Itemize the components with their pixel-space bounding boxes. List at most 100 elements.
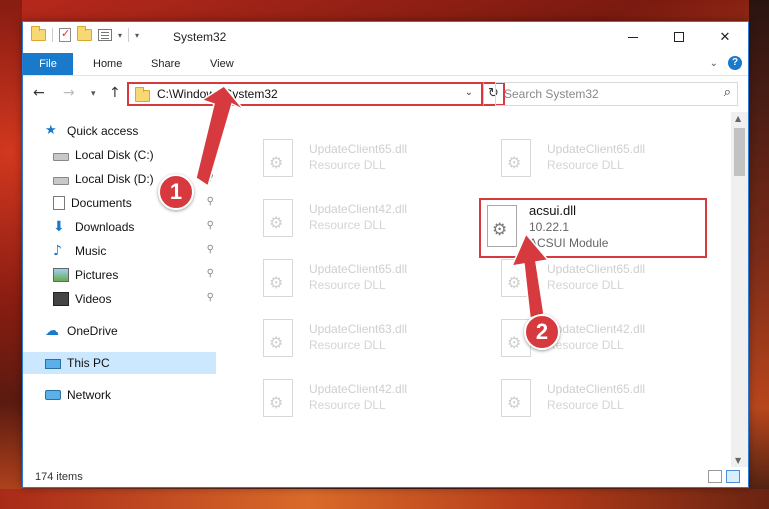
file-description: Resource DLL bbox=[309, 398, 386, 412]
file-name: UpdateClient42.dll bbox=[309, 202, 408, 216]
sidebar-item-local-disk-c[interactable]: Local Disk (C:) ⚲ bbox=[23, 144, 216, 166]
sidebar-item-quick-access[interactable]: ★ Quick access bbox=[23, 120, 216, 142]
file-description: Resource DLL bbox=[309, 158, 386, 172]
new-folder-icon[interactable] bbox=[77, 26, 92, 41]
tab-home[interactable]: Home bbox=[81, 53, 134, 75]
chevron-down-icon[interactable]: ⌄ bbox=[465, 87, 473, 98]
title-bar: ▾ ▾ System32 ✕ bbox=[23, 22, 748, 52]
file-name: UpdateClient63.dll bbox=[309, 322, 408, 336]
sidebar-item-videos[interactable]: Videos ⚲ bbox=[23, 288, 216, 310]
scroll-down-icon[interactable]: ▼ bbox=[735, 456, 741, 465]
gear-icon: ⚙ bbox=[269, 333, 284, 352]
tiles-view-icon[interactable] bbox=[726, 470, 740, 483]
gear-icon: ⚙ bbox=[269, 393, 284, 412]
expand-ribbon-icon[interactable]: ⌄ bbox=[710, 58, 718, 69]
file-description: Resource DLL bbox=[547, 398, 624, 412]
gear-icon: ⚙ bbox=[507, 273, 522, 292]
pin-icon[interactable]: ⚲ bbox=[207, 220, 214, 231]
minimize-icon bbox=[628, 36, 638, 38]
file-description: ACSUI Module bbox=[529, 236, 609, 250]
gear-icon: ⚙ bbox=[507, 393, 522, 412]
ribbon-tabs: File Home Share View ⌄ ? bbox=[23, 52, 748, 76]
minimize-button[interactable] bbox=[610, 22, 656, 52]
vertical-scrollbar[interactable]: ▲ ▼ bbox=[731, 112, 748, 467]
back-button[interactable]: ← bbox=[33, 85, 45, 101]
forward-button[interactable]: → bbox=[63, 85, 75, 101]
sidebar-item-this-pc[interactable]: This PC bbox=[23, 352, 216, 374]
dll-file-icon: ⚙ bbox=[487, 205, 517, 247]
desktop-background-left bbox=[0, 0, 22, 509]
file-name: UpdateClient65.dll bbox=[547, 142, 646, 156]
sidebar-item-label: Downloads bbox=[75, 220, 135, 234]
view-options-icon[interactable] bbox=[98, 29, 112, 41]
recent-locations-icon[interactable]: ▾ bbox=[91, 89, 96, 99]
tab-view[interactable]: View bbox=[198, 53, 246, 75]
address-bar[interactable]: C:\Windows\System32 ⌄ bbox=[127, 82, 483, 106]
close-button[interactable]: ✕ bbox=[702, 22, 748, 52]
pin-icon[interactable]: ⚲ bbox=[207, 244, 214, 255]
pin-icon[interactable]: ⚲ bbox=[207, 292, 214, 303]
scroll-thumb[interactable] bbox=[734, 128, 745, 176]
file-tile[interactable]: ⚙ UpdateClient42.dll Resource DLL bbox=[481, 314, 681, 362]
status-bar: 174 items bbox=[23, 467, 748, 487]
videos-icon bbox=[53, 292, 69, 306]
file-tile[interactable]: ⚙ UpdateClient65.dll Resource DLL bbox=[243, 134, 443, 182]
file-name: UpdateClient42.dll bbox=[547, 322, 646, 336]
file-tile[interactable]: ⚙ UpdateClient65.dll Resource DLL bbox=[481, 254, 681, 302]
pin-icon[interactable]: ⚲ bbox=[207, 172, 214, 183]
details-view-icon[interactable] bbox=[708, 470, 722, 483]
quick-access-toolbar: ▾ ▾ bbox=[31, 26, 139, 42]
sidebar-item-label: Local Disk (D:) bbox=[75, 172, 154, 186]
sidebar-item-network[interactable]: Network bbox=[23, 384, 216, 406]
file-description: Resource DLL bbox=[547, 158, 624, 172]
sidebar-item-label: This PC bbox=[67, 356, 110, 370]
file-tile[interactable]: ⚙ UpdateClient65.dll Resource DLL bbox=[243, 254, 443, 302]
up-button[interactable]: ↑ bbox=[109, 85, 121, 101]
customize-toolbar-icon[interactable]: ▾ bbox=[135, 31, 139, 40]
file-tile[interactable]: ⚙ UpdateClient42.dll Resource DLL bbox=[243, 194, 443, 242]
download-icon: ⬇ bbox=[53, 219, 65, 235]
file-name: UpdateClient65.dll bbox=[309, 262, 408, 276]
scroll-up-icon[interactable]: ▲ bbox=[735, 114, 741, 123]
tab-file[interactable]: File bbox=[23, 53, 73, 75]
folder-icon[interactable] bbox=[31, 26, 46, 41]
pin-icon[interactable]: ⚲ bbox=[207, 148, 214, 159]
drive-icon bbox=[53, 176, 69, 185]
dll-file-icon: ⚙ bbox=[263, 379, 293, 417]
file-name: UpdateClient42.dll bbox=[309, 382, 408, 396]
search-icon: ⌕ bbox=[723, 85, 731, 100]
file-tile[interactable]: ⚙ UpdateClient65.dll Resource DLL bbox=[481, 134, 681, 182]
pin-icon[interactable]: ⚲ bbox=[207, 196, 214, 207]
address-row: ← → ▾ ↑ C:\Windows\System32 ⌄ ↻ Search S… bbox=[23, 77, 748, 111]
file-version: 10.22.1 bbox=[529, 220, 570, 234]
dll-file-icon: ⚙ bbox=[263, 319, 293, 357]
documents-icon bbox=[53, 196, 65, 210]
file-description: Resource DLL bbox=[547, 278, 624, 292]
sidebar-item-music[interactable]: ♪ Music ⚲ bbox=[23, 240, 216, 262]
file-tile[interactable]: ⚙ UpdateClient42.dll Resource DLL bbox=[243, 374, 443, 422]
properties-icon[interactable] bbox=[59, 27, 71, 42]
sidebar-item-onedrive[interactable]: ☁ OneDrive bbox=[23, 320, 216, 342]
drive-icon bbox=[53, 152, 69, 161]
tab-share[interactable]: Share bbox=[139, 53, 192, 75]
file-name: UpdateClient65.dll bbox=[309, 142, 408, 156]
dll-file-icon: ⚙ bbox=[501, 379, 531, 417]
maximize-button[interactable] bbox=[656, 22, 702, 52]
desktop-background-bottom bbox=[0, 489, 769, 509]
file-tile[interactable]: ⚙ UpdateClient65.dll Resource DLL bbox=[481, 374, 681, 422]
dll-file-icon: ⚙ bbox=[501, 259, 531, 297]
ribbon-controls: ⌄ ? bbox=[710, 56, 742, 70]
file-name: acsui.dll bbox=[529, 203, 576, 218]
toolbar-divider bbox=[52, 28, 53, 42]
sidebar-item-downloads[interactable]: ⬇ Downloads ⚲ bbox=[23, 216, 216, 238]
file-list: ⚙ UpdateClient65.dll Resource DLL ⚙ Upda… bbox=[223, 112, 733, 467]
file-tile[interactable]: ⚙ UpdateClient63.dll Resource DLL bbox=[243, 314, 443, 362]
close-icon: ✕ bbox=[719, 29, 731, 45]
help-icon[interactable]: ? bbox=[728, 56, 742, 70]
pin-icon[interactable]: ⚲ bbox=[207, 268, 214, 279]
search-input[interactable]: Search System32 ⌕ bbox=[495, 82, 738, 106]
sidebar-item-pictures[interactable]: Pictures ⚲ bbox=[23, 264, 216, 286]
highlighted-file-acsui[interactable]: ⚙ acsui.dll 10.22.1 ACSUI Module bbox=[479, 198, 707, 258]
dropdown-arrow-icon[interactable]: ▾ bbox=[118, 31, 122, 40]
computer-icon bbox=[45, 358, 61, 369]
